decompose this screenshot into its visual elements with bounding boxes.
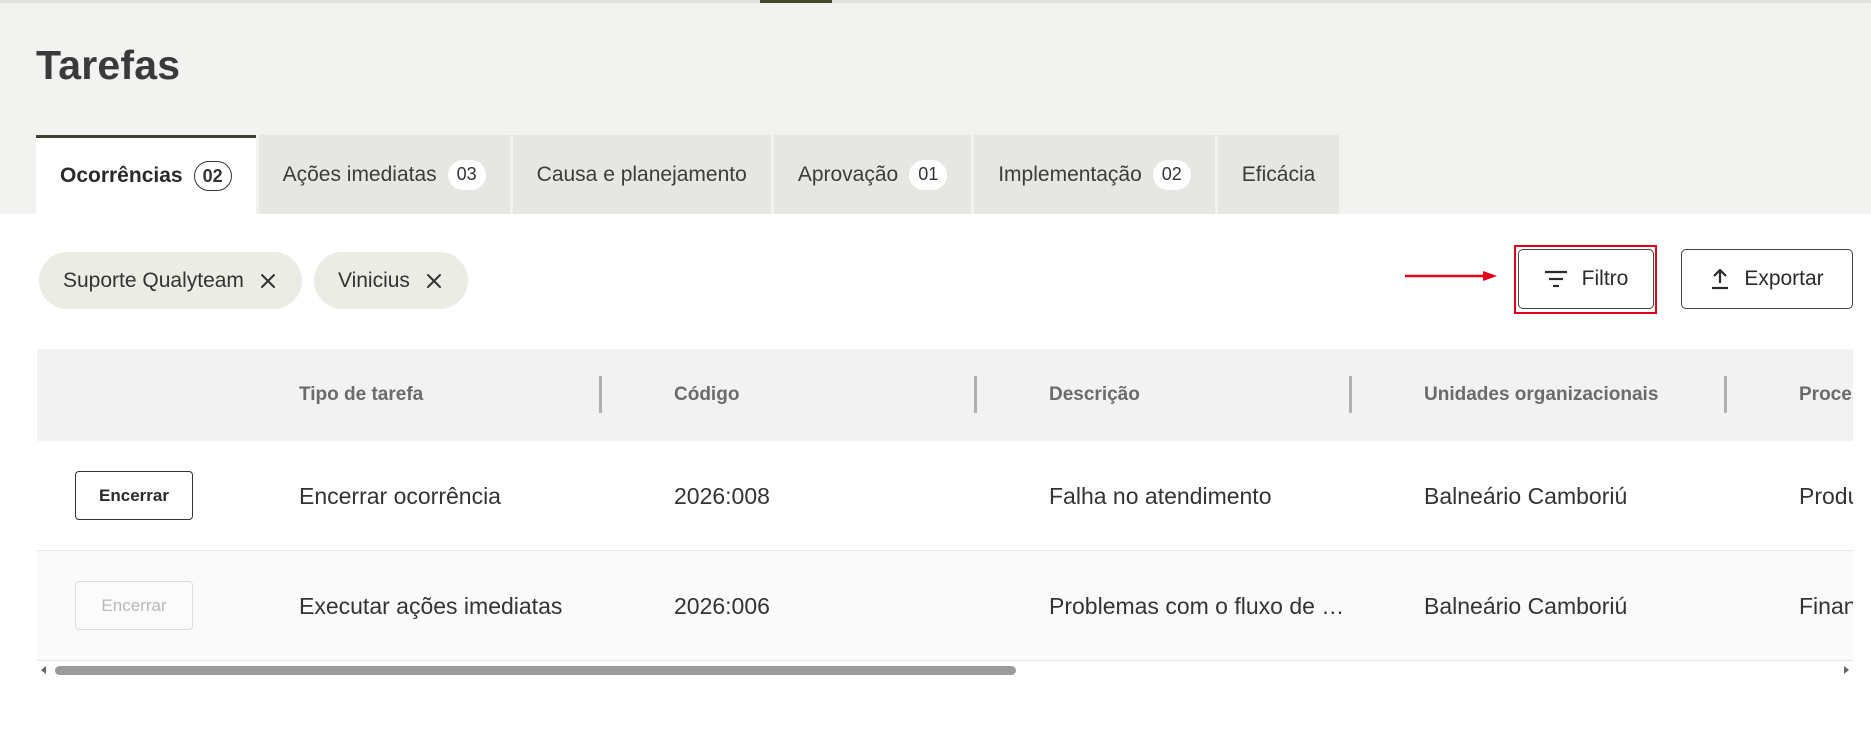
tasks-table: Tipo de tarefa Código Descrição Unidades… — [37, 349, 1853, 662]
filter-lines-icon — [1544, 270, 1567, 288]
tab-count-badge: 02 — [1152, 159, 1191, 190]
column-header-tipo[interactable]: Tipo de tarefa — [299, 349, 423, 441]
export-button[interactable]: Exportar — [1681, 249, 1853, 309]
tab-label: Implementação — [998, 162, 1142, 186]
cell-unidade: Balneário Camboriú — [1424, 482, 1628, 509]
column-header-processos[interactable]: Processos — [1799, 349, 1853, 441]
task-tabs: Ocorrências 02 Ações imediatas 03 Causa … — [36, 135, 1342, 214]
tab-ocorrencias[interactable]: Ocorrências 02 — [36, 135, 256, 214]
filter-chip: Vinicius — [313, 252, 468, 309]
tab-label: Ocorrências — [60, 164, 183, 187]
tab-acoes-imediatas[interactable]: Ações imediatas 03 — [258, 135, 510, 214]
cell-unidade: Balneário Camboriú — [1424, 592, 1628, 619]
top-divider — [0, 0, 1871, 3]
cell-descricao: Falha no atendimento — [1049, 482, 1272, 509]
column-resize-handle[interactable] — [1349, 376, 1352, 413]
cell-processo: Produção — [1799, 482, 1853, 509]
cell-tipo: Executar ações imediatas — [299, 592, 563, 619]
filter-chip-label: Suporte Qualyteam — [63, 268, 244, 292]
column-resize-handle[interactable] — [974, 376, 977, 413]
tab-count-badge: 01 — [909, 159, 948, 190]
filter-chip-label: Vinicius — [337, 268, 410, 292]
cell-codigo: 2026:008 — [674, 482, 770, 509]
tab-count-badge: 03 — [447, 159, 486, 190]
tab-label: Ações imediatas — [282, 162, 437, 186]
tab-label: Causa e planejamento — [536, 162, 747, 186]
active-filter-chips: Suporte Qualyteam Vinicius — [39, 252, 468, 309]
table-row: Encerrar Executar ações imediatas 2026:0… — [37, 551, 1853, 661]
close-task-button-disabled: Encerrar — [75, 581, 193, 630]
filter-chip: Suporte Qualyteam — [39, 252, 302, 309]
page-title: Tarefas — [36, 42, 181, 88]
cell-codigo: 2026:006 — [674, 592, 770, 619]
tab-eficacia[interactable]: Eficácia — [1217, 135, 1340, 214]
column-header-descricao[interactable]: Descrição — [1049, 349, 1140, 441]
table-row: Encerrar Encerrar ocorrência 2026:008 Fa… — [37, 441, 1853, 551]
horizontal-scrollbar[interactable] — [37, 662, 1853, 678]
scrollbar-thumb[interactable] — [55, 666, 1016, 675]
table-header: Tipo de tarefa Código Descrição Unidades… — [37, 349, 1853, 441]
column-resize-handle[interactable] — [1724, 376, 1727, 413]
close-icon[interactable] — [260, 273, 276, 289]
cell-descricao: Problemas com o fluxo de … — [1049, 592, 1345, 619]
scroll-left-arrow-icon[interactable] — [41, 666, 46, 674]
cell-processo: Financeiro — [1799, 592, 1853, 619]
close-icon[interactable] — [426, 273, 442, 289]
nav-active-indicator — [760, 0, 832, 3]
upload-icon — [1712, 268, 1729, 290]
column-header-unidades[interactable]: Unidades organizacionais — [1424, 349, 1658, 441]
column-resize-handle[interactable] — [599, 376, 602, 413]
export-button-label: Exportar — [1744, 267, 1824, 290]
tab-count-badge: 02 — [193, 161, 232, 191]
cell-tipo: Encerrar ocorrência — [299, 482, 501, 509]
close-task-button[interactable]: Encerrar — [75, 471, 193, 520]
filter-button-label: Filtro — [1581, 267, 1629, 290]
annotation-arrow — [1405, 271, 1497, 281]
column-header-codigo[interactable]: Código — [674, 349, 739, 441]
tab-label: Aprovação — [797, 162, 899, 186]
header-area: Tarefas Ocorrências 02 Ações imediatas 0… — [0, 0, 1871, 214]
scroll-right-arrow-icon[interactable] — [1844, 666, 1849, 674]
tab-aprovacao[interactable]: Aprovação 01 — [773, 135, 972, 214]
tab-causa-planejamento[interactable]: Causa e planejamento — [512, 135, 771, 214]
filter-button[interactable]: Filtro — [1518, 249, 1654, 309]
tab-implementacao[interactable]: Implementação 02 — [974, 135, 1215, 214]
tab-label: Eficácia — [1241, 162, 1316, 186]
